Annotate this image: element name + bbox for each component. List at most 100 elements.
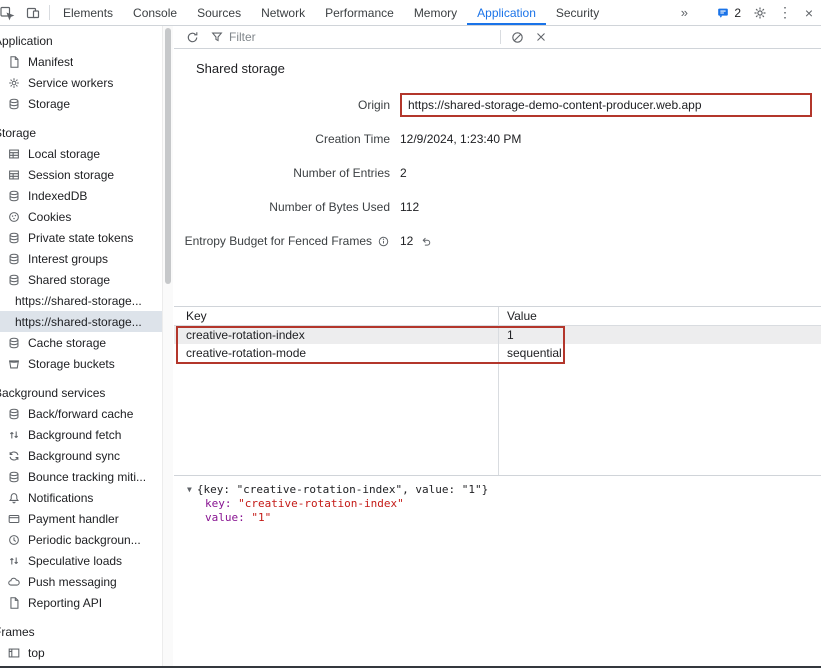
refresh-icon[interactable] bbox=[180, 26, 204, 48]
tabbar-divider bbox=[49, 5, 50, 20]
inspect-element-icon[interactable] bbox=[0, 0, 20, 25]
panel-title: Shared storage bbox=[196, 61, 821, 76]
cache-storage-icon bbox=[7, 336, 21, 350]
sidebar-item-background-sync[interactable]: Background sync bbox=[0, 445, 172, 466]
cell-key: creative-rotation-mode bbox=[174, 346, 498, 360]
creation-time-value: 12/9/2024, 1:23:40 PM bbox=[400, 132, 521, 146]
sidebar-item-indexeddb[interactable]: IndexedDB bbox=[0, 185, 172, 206]
reset-budget-icon[interactable] bbox=[420, 235, 433, 248]
sidebar-item-label: Storage buckets bbox=[28, 357, 115, 371]
entries-value: 2 bbox=[400, 166, 407, 180]
sidebar-item-push-messaging[interactable]: Push messaging bbox=[0, 571, 172, 592]
clear-all-icon[interactable] bbox=[505, 26, 529, 48]
sidebar-item-speculative-loads[interactable]: Speculative loads bbox=[0, 550, 172, 571]
toolbar-divider bbox=[500, 30, 501, 44]
field-creation-time: Creation Time 12/9/2024, 1:23:40 PM bbox=[174, 122, 821, 156]
field-entropy-budget: Entropy Budget for Fenced Frames 12 bbox=[174, 224, 821, 258]
sidebar-item-storage-buckets[interactable]: Storage buckets bbox=[0, 353, 172, 374]
issues-button[interactable]: 2 bbox=[710, 0, 747, 25]
cell-value: 1 bbox=[498, 328, 821, 342]
bytes-used-value: 112 bbox=[400, 200, 419, 214]
close-devtools-icon[interactable]: × bbox=[797, 0, 821, 25]
entropy-value: 12 bbox=[400, 234, 413, 248]
sidebar-item-periodic-background-sync[interactable]: Periodic backgroun... bbox=[0, 529, 172, 550]
sidebar-item-cache-storage[interactable]: Cache storage bbox=[0, 332, 172, 353]
sidebar-item-storage[interactable]: Storage bbox=[0, 93, 172, 114]
sidebar-item-label: Background fetch bbox=[28, 428, 121, 442]
tab-memory[interactable]: Memory bbox=[404, 0, 467, 25]
sidebar-item-private-state-tokens[interactable]: Private state tokens bbox=[0, 227, 172, 248]
column-divider[interactable] bbox=[498, 307, 499, 475]
interest-groups-icon bbox=[7, 252, 21, 266]
tab-network[interactable]: Network bbox=[251, 0, 315, 25]
sidebar-item-cookies[interactable]: Cookies bbox=[0, 206, 172, 227]
sidebar-item-back-forward-cache[interactable]: Back/forward cache bbox=[0, 403, 172, 424]
push-messaging-icon bbox=[7, 575, 21, 589]
sidebar-item-label: Payment handler bbox=[28, 512, 119, 526]
preview-value-name: value: bbox=[205, 511, 245, 524]
column-header-key[interactable]: Key bbox=[174, 309, 498, 323]
filter-input[interactable] bbox=[229, 30, 469, 44]
column-header-value[interactable]: Value bbox=[498, 309, 821, 323]
preview-key-value: "creative-rotation-index" bbox=[238, 497, 404, 510]
more-tabs-button[interactable]: » bbox=[672, 0, 696, 25]
field-number-of-bytes: Number of Bytes Used 112 bbox=[174, 190, 821, 224]
sidebar-item-notifications[interactable]: Notifications bbox=[0, 487, 172, 508]
sidebar-section-frames[interactable]: Frames bbox=[0, 621, 172, 642]
preview-value-value: "1" bbox=[251, 511, 271, 524]
sidebar-item-label: Bounce tracking miti... bbox=[28, 470, 146, 484]
tab-performance[interactable]: Performance bbox=[315, 0, 404, 25]
local-storage-icon bbox=[7, 147, 21, 161]
sidebar-item-background-fetch[interactable]: Background fetch bbox=[0, 424, 172, 445]
sidebar-item-label: Back/forward cache bbox=[28, 407, 133, 421]
indexeddb-icon bbox=[7, 189, 21, 203]
sidebar-item-service-workers[interactable]: Service workers bbox=[0, 72, 172, 93]
expand-triangle-icon[interactable]: ▼ bbox=[187, 483, 192, 497]
tab-sources[interactable]: Sources bbox=[187, 0, 251, 25]
sidebar-item-label: Cache storage bbox=[28, 336, 106, 350]
sidebar-item-label: Local storage bbox=[28, 147, 100, 161]
sidebar-item-label: Storage bbox=[28, 97, 70, 111]
sidebar-item-label: Interest groups bbox=[28, 252, 108, 266]
sidebar-scrollbar[interactable] bbox=[162, 26, 173, 666]
tab-security[interactable]: Security bbox=[546, 0, 609, 25]
filter-funnel-icon bbox=[210, 30, 224, 44]
tab-application[interactable]: Application bbox=[467, 0, 546, 25]
sidebar-item-reporting-api[interactable]: Reporting API bbox=[0, 592, 172, 613]
settings-gear-icon[interactable] bbox=[747, 0, 773, 25]
sidebar-item-label: IndexedDB bbox=[28, 189, 87, 203]
device-toolbar-icon[interactable] bbox=[20, 0, 46, 25]
sidebar-item-top-frame[interactable]: top bbox=[0, 642, 172, 663]
sidebar-item-payment-handler[interactable]: Payment handler bbox=[0, 508, 172, 529]
sidebar-section-application[interactable]: Application bbox=[0, 30, 172, 51]
sidebar-item-local-storage[interactable]: Local storage bbox=[0, 143, 172, 164]
sidebar-item-label: top bbox=[28, 646, 45, 660]
sidebar-item-manifest[interactable]: Manifest bbox=[0, 51, 172, 72]
sidebar-item-label: Private state tokens bbox=[28, 231, 133, 245]
sidebar-item-interest-groups[interactable]: Interest groups bbox=[0, 248, 172, 269]
application-sidebar: Application Manifest Service workers Sto… bbox=[0, 26, 173, 666]
devtools-tabbar: Elements Console Sources Network Perform… bbox=[0, 0, 821, 26]
field-number-of-entries: Number of Entries 2 bbox=[174, 156, 821, 190]
tab-console[interactable]: Console bbox=[123, 0, 187, 25]
sidebar-item-shared-storage[interactable]: Shared storage bbox=[0, 269, 172, 290]
tab-elements[interactable]: Elements bbox=[53, 0, 123, 25]
info-icon[interactable] bbox=[377, 235, 390, 248]
sidebar-item-bounce-tracking-mitigations[interactable]: Bounce tracking miti... bbox=[0, 466, 172, 487]
cookies-icon bbox=[7, 210, 21, 224]
preview-entry: value: "1" bbox=[187, 511, 821, 525]
sidebar-item-session-storage[interactable]: Session storage bbox=[0, 164, 172, 185]
metadata-fields: Origin https://shared-storage-demo-conte… bbox=[174, 88, 821, 258]
kebab-menu-icon[interactable]: ⋮ bbox=[773, 0, 797, 25]
sidebar-section-storage[interactable]: Storage bbox=[0, 122, 172, 143]
origin-label: Origin bbox=[358, 98, 390, 112]
sidebar-section-background-services[interactable]: Background services bbox=[0, 382, 172, 403]
scrollbar-thumb[interactable] bbox=[165, 28, 171, 284]
sidebar-item-shared-storage-origin-1[interactable]: https://shared-storage... bbox=[0, 290, 172, 311]
issues-count: 2 bbox=[734, 6, 741, 20]
background-sync-icon bbox=[7, 449, 21, 463]
sidebar-item-label: https://shared-storage... bbox=[15, 294, 142, 308]
origin-value: https://shared-storage-demo-content-prod… bbox=[400, 93, 812, 117]
sidebar-item-shared-storage-origin-2[interactable]: https://shared-storage... bbox=[0, 311, 172, 332]
delete-selected-icon[interactable] bbox=[529, 26, 553, 48]
